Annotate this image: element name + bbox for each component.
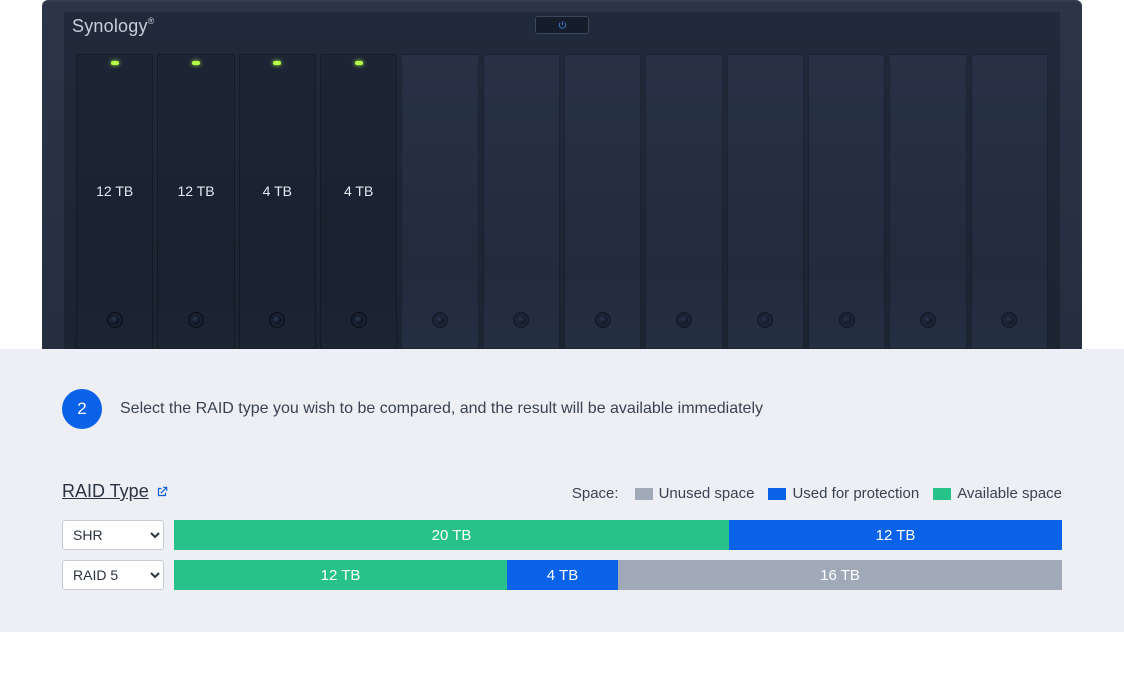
drive-bay-5[interactable]: [401, 54, 478, 349]
drive-bays: 12 TB 12 TB 4 TB 4 TB: [64, 12, 1060, 349]
raid-type-label: RAID Type: [62, 481, 149, 502]
drive-bay-1[interactable]: 12 TB: [76, 54, 153, 349]
drive-led-icon: [355, 61, 363, 65]
drive-bay-4[interactable]: 4 TB: [320, 54, 397, 349]
drive-screw-icon: [920, 312, 936, 328]
power-button[interactable]: [535, 16, 589, 34]
raid-type-link[interactable]: RAID Type: [62, 481, 169, 502]
drive-bay-10[interactable]: [808, 54, 885, 349]
swatch-protection: [768, 488, 786, 500]
external-link-icon: [155, 485, 169, 499]
drive-bay-2[interactable]: 12 TB: [157, 54, 234, 349]
drive-screw-icon: [188, 312, 204, 328]
raid-panel: 2 Select the RAID type you wish to be co…: [0, 349, 1124, 632]
raid-row-1: SHRSHR-2RAID 0RAID 1RAID 5RAID 6RAID 10J…: [62, 560, 1062, 590]
legend-protection: Used for protection: [768, 485, 919, 502]
segment-prot: 4 TB: [507, 560, 618, 590]
drive-capacity-label: 4 TB: [240, 183, 315, 199]
raid-row-0: SHRSHR-2RAID 0RAID 1RAID 5RAID 6RAID 10J…: [62, 520, 1062, 550]
drive-capacity-label: 4 TB: [321, 183, 396, 199]
drive-led-icon: [111, 61, 119, 65]
drive-screw-icon: [107, 312, 123, 328]
raid-type-row: RAID Type Space: Unused space Used for p…: [62, 481, 1062, 502]
space-legend: Space: Unused space Used for protection …: [572, 485, 1062, 502]
brand-logo: Synology®: [72, 16, 155, 37]
drive-led-icon: [192, 61, 200, 65]
segment-avail: 20 TB: [174, 520, 729, 550]
raid-type-select[interactable]: SHRSHR-2RAID 0RAID 1RAID 5RAID 6RAID 10J…: [62, 560, 164, 590]
legend-unused: Unused space: [635, 485, 755, 502]
drive-capacity-label: 12 TB: [158, 183, 233, 199]
drive-bay-6[interactable]: [483, 54, 560, 349]
nas-chassis: Synology® 12 TB 12 TB 4 TB 4 TB: [42, 0, 1082, 349]
segment-prot: 12 TB: [729, 520, 1062, 550]
step-header: 2 Select the RAID type you wish to be co…: [62, 389, 1062, 429]
drive-screw-icon: [839, 312, 855, 328]
capacity-bar: 12 TB4 TB16 TB: [174, 560, 1062, 590]
drive-capacity-label: 12 TB: [77, 183, 152, 199]
drive-bay-11[interactable]: [889, 54, 966, 349]
drive-screw-icon: [432, 312, 448, 328]
drive-screw-icon: [1001, 312, 1017, 328]
swatch-unused: [635, 488, 653, 500]
drive-screw-icon: [351, 312, 367, 328]
drive-screw-icon: [757, 312, 773, 328]
drive-bay-8[interactable]: [645, 54, 722, 349]
legend-available: Available space: [933, 485, 1062, 502]
drive-screw-icon: [676, 312, 692, 328]
legend-title: Space:: [572, 485, 619, 502]
capacity-bar: 20 TB12 TB: [174, 520, 1062, 550]
drive-screw-icon: [513, 312, 529, 328]
drive-bay-9[interactable]: [727, 54, 804, 349]
drive-led-icon: [273, 61, 281, 65]
swatch-available: [933, 488, 951, 500]
drive-bay-12[interactable]: [971, 54, 1048, 349]
nas-device-area: Synology® 12 TB 12 TB 4 TB 4 TB: [0, 0, 1124, 349]
segment-unused: 16 TB: [618, 560, 1062, 590]
segment-avail: 12 TB: [174, 560, 507, 590]
raid-type-select[interactable]: SHRSHR-2RAID 0RAID 1RAID 5RAID 6RAID 10J…: [62, 520, 164, 550]
power-icon: [557, 20, 568, 31]
drive-bay-3[interactable]: 4 TB: [239, 54, 316, 349]
step-instruction: Select the RAID type you wish to be comp…: [120, 400, 763, 418]
step-number-badge: 2: [62, 389, 102, 429]
drive-bay-7[interactable]: [564, 54, 641, 349]
drive-screw-icon: [595, 312, 611, 328]
raid-bars: SHRSHR-2RAID 0RAID 1RAID 5RAID 6RAID 10J…: [62, 520, 1062, 590]
drive-screw-icon: [269, 312, 285, 328]
